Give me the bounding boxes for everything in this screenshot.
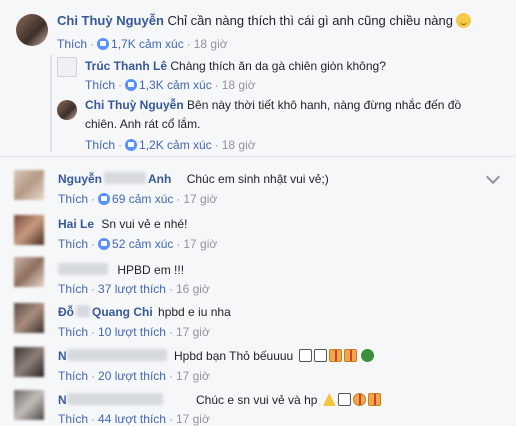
reply-author[interactable]: Trúc Thanh Lê: [85, 59, 167, 73]
comment-actions: Thích · 37 lượt thích · 16 giờ: [58, 282, 210, 296]
comment-author-tail[interactable]: Anh: [148, 172, 171, 186]
reaction-count[interactable]: 1,2K cảm xúc: [139, 138, 212, 152]
like-button[interactable]: Thích: [58, 325, 88, 339]
reply-actions: Thích · 1,2K cảm xúc · 18 giờ: [85, 138, 256, 152]
list-item: Nguyễn Anh Chúc em sinh nhật vui vẻ;): [58, 172, 329, 186]
reply-divider: [50, 55, 52, 152]
like-button[interactable]: Thích: [58, 412, 88, 426]
gift-icon: [343, 349, 357, 362]
timestamp[interactable]: 17 giờ: [176, 369, 210, 383]
gift-icon: [367, 393, 381, 406]
comment-author[interactable]: Đỗ: [58, 305, 74, 319]
comment-author[interactable]: Chi Thuỳ Nguyễn: [57, 13, 164, 28]
reaction-count[interactable]: 52 cảm xúc: [112, 237, 173, 251]
reply-text-continued: chiên. Anh rát cổ lắm.: [85, 117, 201, 131]
reply-text: Bên này thời tiết khô hanh, nàng đừng nh…: [187, 98, 462, 112]
gift-icon: [328, 349, 342, 362]
comment-text: Hpbd bạn Thỏ bếuuuu: [174, 349, 294, 363]
like-reaction-icon: [125, 139, 138, 151]
like-button[interactable]: Thích: [85, 138, 115, 152]
list-item: N Chúc e sn vui vẻ và hp: [58, 393, 381, 407]
timestamp[interactable]: 18 giờ: [194, 37, 228, 51]
comment-author[interactable]: Nguyễn: [58, 172, 102, 186]
blurred-name: [76, 305, 90, 317]
timestamp[interactable]: 17 giờ: [183, 237, 217, 251]
chevron-down-icon[interactable]: [485, 169, 501, 185]
smiling-face-icon: [456, 13, 471, 28]
timestamp[interactable]: 18 giờ: [222, 138, 256, 152]
reaction-count[interactable]: 10 lượt thích: [98, 325, 166, 339]
timestamp[interactable]: 16 giờ: [176, 282, 210, 296]
list-item: Hai Le Sn vui vẻ e nhé!: [58, 217, 187, 231]
like-reaction-icon: [98, 193, 111, 205]
timestamp[interactable]: 17 giờ: [176, 412, 210, 426]
like-button[interactable]: Thích: [85, 78, 115, 92]
like-reaction-icon: [97, 38, 110, 50]
avatar[interactable]: [14, 215, 44, 245]
highlighted-comment-thread: Chi Thuỳ Nguyễn Chỉ cần nàng thích thì c…: [0, 0, 514, 157]
comment-author[interactable]: N: [58, 393, 67, 407]
like-button[interactable]: Thích: [58, 369, 88, 383]
avatar[interactable]: [14, 257, 44, 287]
comment-text: HPBD em !!!: [117, 263, 185, 277]
comment-text: Chúc em sinh nhật vui vẻ;): [186, 172, 329, 186]
comment-text: hpbd e iu nha: [158, 305, 231, 319]
like-reaction-icon: [125, 79, 138, 91]
blurred-name: [66, 393, 163, 405]
reply-text: Chàng thích ăn da gà chiên giòn không?: [170, 59, 386, 73]
party-popper-icon: [322, 393, 336, 406]
avatar[interactable]: [57, 57, 77, 77]
reply-author[interactable]: Chi Thuỳ Nguyễn: [85, 98, 184, 112]
avatar[interactable]: [14, 390, 44, 420]
reply-actions: Thích · 1,3K cảm xúc · 18 giờ: [85, 78, 256, 92]
comment-thread: Chi Thuỳ Nguyễn Chỉ cần nàng thích thì c…: [0, 0, 516, 426]
blurred-name: [66, 349, 167, 361]
like-reaction-icon: [98, 238, 111, 250]
tree-icon: [360, 349, 374, 362]
blurred-name: [58, 263, 108, 275]
reaction-count[interactable]: 20 lượt thích: [98, 369, 166, 383]
cake-icon: [298, 349, 312, 362]
like-button[interactable]: Thích: [58, 192, 88, 206]
timestamp[interactable]: 17 giờ: [176, 325, 210, 339]
comment-author-tail[interactable]: Quang Chi: [92, 305, 153, 319]
comment-actions: Thích · 69 cảm xúc · 17 giờ: [58, 192, 218, 206]
like-button[interactable]: Thích: [57, 37, 87, 51]
reaction-count[interactable]: 1,3K cảm xúc: [139, 78, 212, 92]
comment-actions: Thích · 20 lượt thích · 17 giờ: [58, 369, 210, 383]
comment-actions: Thích · 44 lượt thích · 17 giờ: [58, 412, 210, 426]
reaction-count[interactable]: 69 cảm xúc: [112, 192, 173, 206]
comment-text: Sn vui vẻ e nhé!: [101, 217, 188, 231]
timestamp[interactable]: 18 giờ: [222, 78, 256, 92]
comment-author[interactable]: Hai Le: [58, 217, 94, 231]
comment-actions: Thích · 10 lượt thích · 17 giờ: [58, 325, 210, 339]
cake-icon: [337, 393, 351, 406]
timestamp[interactable]: 17 giờ: [183, 192, 217, 206]
blurred-name: [104, 172, 147, 184]
avatar[interactable]: [14, 303, 44, 333]
reaction-count[interactable]: 37 lượt thích: [98, 282, 166, 296]
avatar[interactable]: [57, 100, 77, 120]
avatar[interactable]: [14, 347, 44, 377]
like-button[interactable]: Thích: [58, 237, 88, 251]
comment-actions: Thích · 52 cảm xúc · 17 giờ: [58, 237, 218, 251]
gift-icon: [352, 393, 366, 406]
comment-text: Chỉ cần nàng thích thì cái gì anh cũng c…: [167, 13, 453, 28]
avatar[interactable]: [14, 170, 44, 200]
comment-actions: Thích · 1,7K cảm xúc · 18 giờ: [57, 37, 228, 51]
reaction-count[interactable]: 1,7K cảm xúc: [111, 37, 184, 51]
comment-author[interactable]: N: [58, 349, 67, 363]
comment-text: Chúc e sn vui vẻ và hp: [196, 393, 318, 407]
cake-icon: [313, 349, 327, 362]
like-button[interactable]: Thích: [58, 282, 88, 296]
list-item: N Hpbd bạn Thỏ bếuuuu: [58, 349, 374, 363]
reaction-count[interactable]: 44 lượt thích: [98, 412, 166, 426]
list-item: Đỗ Quang Chi hpbd e iu nha: [58, 305, 231, 319]
list-item: HPBD em !!!: [58, 263, 184, 277]
avatar[interactable]: [16, 14, 48, 46]
